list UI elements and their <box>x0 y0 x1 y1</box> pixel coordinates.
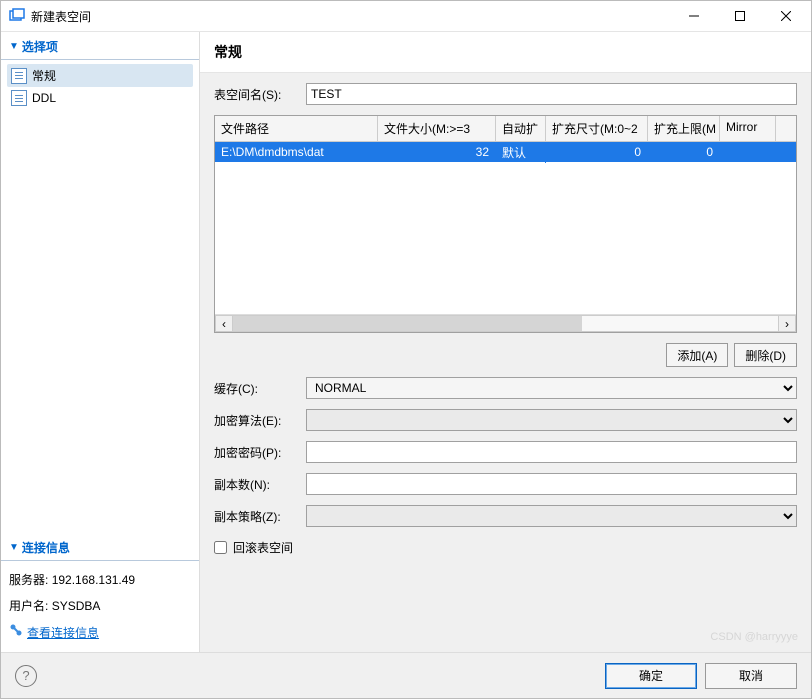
replica-label: 副本数(N): <box>214 476 298 493</box>
cache-select[interactable]: NORMAL <box>306 377 797 399</box>
enc-pwd-label: 加密密码(P): <box>214 444 298 461</box>
enc-algo-label: 加密算法(E): <box>214 412 298 429</box>
connection-header[interactable]: ▼ 连接信息 <box>1 533 199 561</box>
col-mirror[interactable]: Mirror <box>720 116 776 141</box>
collapse-arrow-icon: ▼ <box>9 542 19 553</box>
cell-size: 32 <box>378 143 496 161</box>
server-row: 服务器: 192.168.131.49 <box>9 567 191 593</box>
file-grid[interactable]: 文件路径 文件大小(M:>=3 自动扩 扩充尺寸(M:0~2 扩充上限(M Mi… <box>214 115 797 333</box>
add-button[interactable]: 添加(A) <box>666 343 728 367</box>
col-path[interactable]: 文件路径 <box>215 116 378 141</box>
user-value: SYSDBA <box>52 599 101 613</box>
sidebar-item-label: DDL <box>32 91 56 105</box>
page-icon <box>11 68 27 84</box>
tablespace-name-input[interactable] <box>306 83 797 105</box>
delete-button[interactable]: 删除(D) <box>734 343 797 367</box>
minimize-button[interactable] <box>671 1 717 31</box>
view-connection-label: 查看连接信息 <box>27 620 99 646</box>
policy-label: 副本策略(Z): <box>214 508 298 525</box>
maximize-button[interactable] <box>717 1 763 31</box>
policy-select[interactable] <box>306 505 797 527</box>
enc-pwd-input[interactable] <box>306 441 797 463</box>
cancel-button[interactable]: 取消 <box>705 663 797 689</box>
options-header[interactable]: ▼ 选择项 <box>1 32 199 60</box>
tablespace-name-label: 表空间名(S): <box>214 86 298 103</box>
sidebar: ▼ 选择项 常规 DDL ▼ 连接信息 服务器: 192.168.131.49 <box>1 32 199 652</box>
sidebar-item-label: 常规 <box>32 67 56 84</box>
cell-auto: 默认 <box>496 142 546 163</box>
help-button[interactable]: ? <box>15 665 37 687</box>
table-row[interactable]: E:\DM\dmdbms\dat 32 默认 0 0 <box>215 142 796 162</box>
page-title: 常规 <box>200 32 811 73</box>
sidebar-item-ddl[interactable]: DDL <box>7 87 193 109</box>
main-panel: 常规 表空间名(S): 文件路径 文件大小(M:>=3 自动扩 扩充尺寸(M:0… <box>199 32 811 652</box>
cell-extsize: 0 <box>546 143 648 161</box>
footer: ? 确定 取消 <box>1 652 811 698</box>
options-header-label: 选择项 <box>22 38 58 55</box>
ok-button[interactable]: 确定 <box>605 663 697 689</box>
replica-input[interactable] <box>306 473 797 495</box>
server-label: 服务器: <box>9 573 48 587</box>
collapse-arrow-icon: ▼ <box>9 41 19 52</box>
link-icon <box>9 620 23 646</box>
enc-algo-select[interactable] <box>306 409 797 431</box>
user-label: 用户名: <box>9 599 48 613</box>
scroll-thumb[interactable] <box>233 316 582 331</box>
cell-path: E:\DM\dmdbms\dat <box>215 143 378 161</box>
cell-extlimit: 0 <box>648 143 720 161</box>
sidebar-item-general[interactable]: 常规 <box>7 64 193 87</box>
scroll-right-icon[interactable]: › <box>778 315 796 332</box>
page-icon <box>11 90 27 106</box>
close-button[interactable] <box>763 1 809 31</box>
horizontal-scrollbar[interactable]: ‹ › <box>215 314 796 332</box>
user-row: 用户名: SYSDBA <box>9 593 191 619</box>
titlebar: 新建表空间 <box>1 1 811 31</box>
server-value: 192.168.131.49 <box>52 573 135 587</box>
app-icon <box>9 8 25 24</box>
cell-mirror <box>720 150 776 154</box>
view-connection-link[interactable]: 查看连接信息 <box>9 620 191 646</box>
scroll-left-icon[interactable]: ‹ <box>215 315 233 332</box>
connection-header-label: 连接信息 <box>22 539 70 556</box>
col-auto[interactable]: 自动扩 <box>496 116 546 141</box>
window-title: 新建表空间 <box>31 8 671 25</box>
rollback-checkbox[interactable] <box>214 541 227 554</box>
col-size[interactable]: 文件大小(M:>=3 <box>378 116 496 141</box>
cache-label: 缓存(C): <box>214 380 298 397</box>
col-extsize[interactable]: 扩充尺寸(M:0~2 <box>546 116 648 141</box>
rollback-label: 回滚表空间 <box>233 539 293 556</box>
col-extlimit[interactable]: 扩充上限(M <box>648 116 720 141</box>
